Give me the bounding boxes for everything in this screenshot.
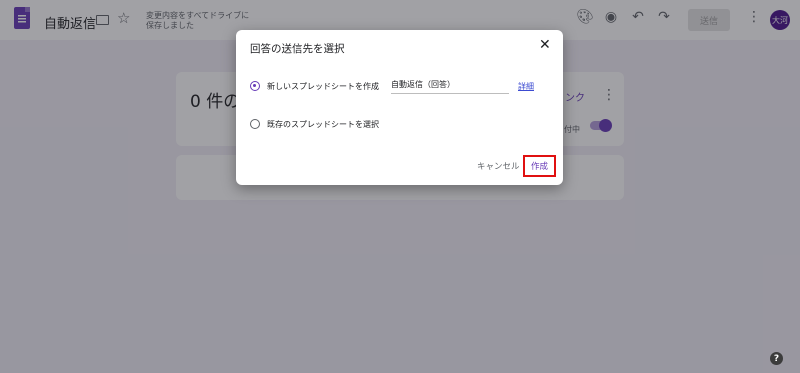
new-spreadsheet-radio[interactable] [250,81,260,91]
select-destination-dialog: 回答の送信先を選択 ✕ 新しいスプレッドシートを作成 自動返信（回答） 詳細 既… [236,30,563,185]
help-icon[interactable]: ? [770,352,783,365]
close-icon[interactable]: ✕ [539,37,551,53]
spreadsheet-name-input[interactable]: 自動返信（回答） [391,79,509,94]
new-spreadsheet-label[interactable]: 新しいスプレッドシートを作成 [267,81,379,92]
create-button[interactable]: 作成 [523,155,556,177]
existing-spreadsheet-radio[interactable] [250,119,260,129]
dialog-title: 回答の送信先を選択 [250,43,345,55]
cancel-button[interactable]: キャンセル [477,160,520,172]
existing-spreadsheet-label[interactable]: 既存のスプレッドシートを選択 [267,119,379,130]
details-link[interactable]: 詳細 [518,81,534,92]
